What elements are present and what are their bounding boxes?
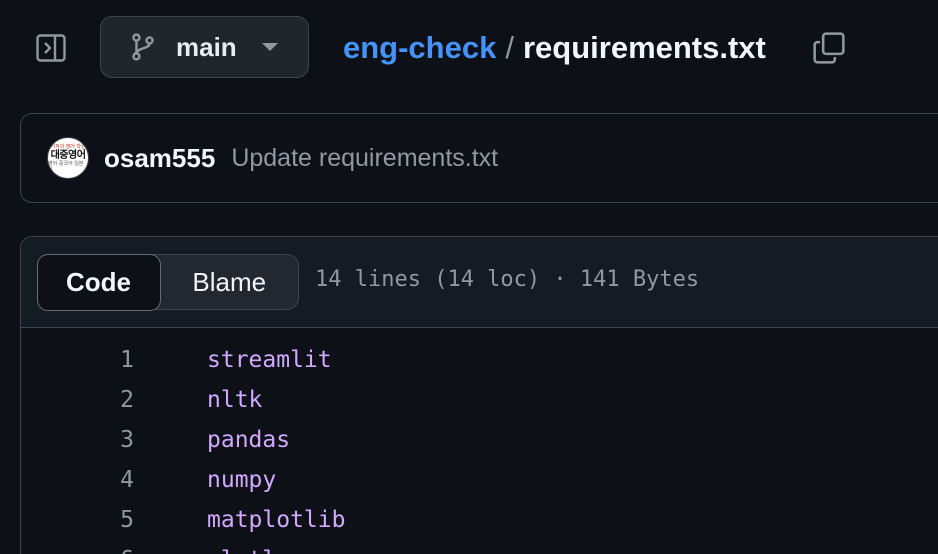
file-content-box: Code Blame 14 lines (14 loc) · 141 Bytes… [20,236,938,554]
commit-author-link[interactable]: osam555 [104,143,215,174]
sidebar-expand-icon[interactable] [34,31,68,65]
file-info: 14 lines (14 loc) · 141 Bytes [315,267,700,292]
triangle-down-icon [261,43,278,51]
tab-code[interactable]: Code [36,253,161,311]
avatar-text-main: 대중영어 [50,149,86,161]
breadcrumb: eng-check / requirements.txt [343,28,766,68]
line-number[interactable]: 6 [21,547,134,554]
git-branch-icon [128,32,158,62]
latest-commit-box: 기적의 영어 학원 대중영어 영어·중국어·일본어 osam555 Update… [20,113,938,203]
line-content: plotly [207,547,290,554]
tab-blame[interactable]: Blame [161,255,299,309]
code-line: 1 streamlit [21,340,938,380]
line-number[interactable]: 4 [21,467,134,493]
line-content: matplotlib [207,507,346,533]
avatar[interactable]: 기적의 영어 학원 대중영어 영어·중국어·일본어 [47,137,89,179]
code-area[interactable]: 1 streamlit 2 nltk 3 pandas 4 numpy 5 ma… [21,328,938,554]
code-line: 3 pandas [21,420,938,460]
line-content: nltk [207,387,263,413]
line-number[interactable]: 1 [21,347,134,373]
line-content: pandas [207,427,291,453]
repo-link[interactable]: eng-check [343,30,496,66]
branch-name: main [176,31,237,62]
file-header: Code Blame 14 lines (14 loc) · 141 Bytes [21,237,938,328]
line-number[interactable]: 5 [21,507,134,533]
avatar-text-bottom: 영어·중국어·일본어 [48,160,84,173]
code-line: 5 matplotlib [21,500,938,540]
line-content: streamlit [207,347,332,373]
code-blame-toggle: Code Blame [36,253,299,311]
breadcrumb-separator: / [505,30,514,65]
line-number[interactable]: 2 [21,387,134,413]
file-name: requirements.txt [522,30,766,65]
copy-icon[interactable] [811,30,847,66]
commit-message-link[interactable]: Update requirements.txt [231,144,498,173]
line-number[interactable]: 3 [21,427,134,453]
code-line: 6 plotly [21,540,938,554]
line-content: numpy [207,467,277,493]
code-line: 4 numpy [21,460,938,500]
file-view-page: main eng-check / requirements.txt 기적의 영어… [0,0,938,554]
code-line: 2 nltk [21,380,938,420]
branch-selector-button[interactable]: main [100,16,309,78]
